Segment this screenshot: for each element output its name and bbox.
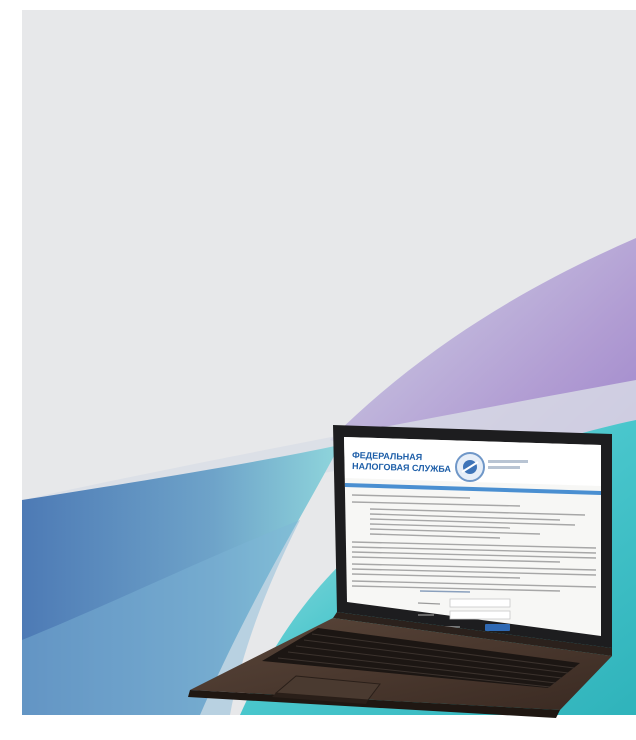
- illustration-frame: ФЕДЕРАЛЬНАЯ НАЛОГОВАЯ СЛУЖБА: [0, 0, 636, 740]
- header-subtext-2: [488, 466, 520, 469]
- fns-emblem-icon: [455, 452, 485, 482]
- illustration: ФЕДЕРАЛЬНАЯ НАЛОГОВАЯ СЛУЖБА: [22, 10, 636, 718]
- header-subtext: [488, 460, 528, 463]
